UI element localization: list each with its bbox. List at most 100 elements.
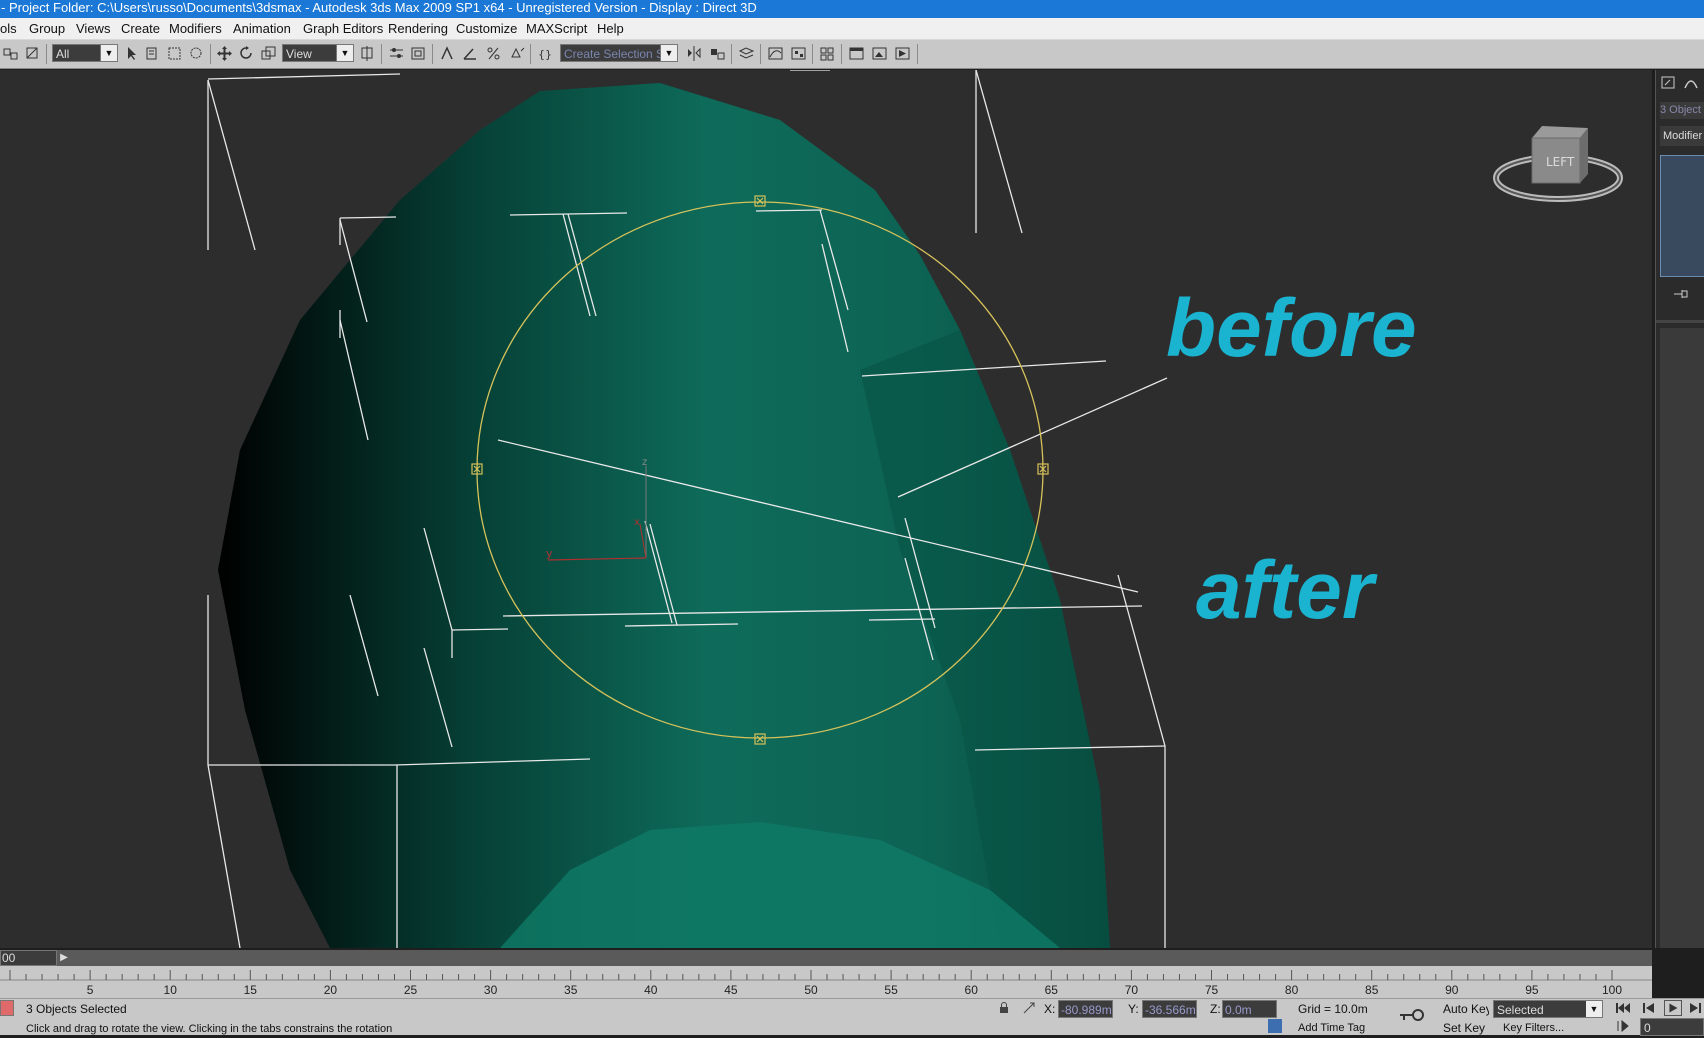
x-coord-label: X: — [1044, 1002, 1056, 1016]
unlink-icon[interactable] — [24, 45, 41, 62]
render-setup-icon[interactable] — [848, 45, 865, 62]
go-to-start-icon[interactable] — [1614, 1001, 1632, 1015]
transform-mode-icon[interactable] — [1022, 1001, 1036, 1015]
set-key-button[interactable]: Set Key — [1443, 1019, 1489, 1037]
next-frame-icon[interactable] — [1686, 1001, 1704, 1015]
select-manipulate-icon[interactable] — [388, 45, 405, 62]
track-tick-label: 45 — [724, 983, 738, 997]
named-selection-dropdown[interactable]: Create Selection Se ▼ — [560, 44, 678, 62]
menu-help[interactable]: Help — [597, 21, 624, 36]
schematic-view-icon[interactable] — [790, 45, 807, 62]
time-tag-icon[interactable] — [1268, 1019, 1282, 1033]
chevron-down-icon: ▼ — [100, 45, 117, 61]
reference-coord-dropdown[interactable]: View ▼ — [282, 44, 354, 62]
menu-tools[interactable]: ols — [0, 21, 17, 36]
snap-toggle-icon[interactable] — [439, 45, 456, 62]
track-tick-label: 55 — [884, 983, 898, 997]
track-tick-label: 100 — [1602, 983, 1622, 997]
track-tick-label: 85 — [1365, 983, 1379, 997]
object-name-field[interactable]: 3 Object — [1660, 102, 1704, 119]
track-tick-label: 80 — [1285, 983, 1299, 997]
mirror-icon[interactable] — [686, 45, 703, 62]
axis-y-label: y — [546, 547, 553, 560]
track-tick-label: 75 — [1205, 983, 1219, 997]
add-time-tag[interactable]: Add Time Tag — [1298, 1019, 1388, 1037]
selection-count: 3 Objects Selected — [26, 1002, 127, 1016]
menu-rendering[interactable]: Rendering — [388, 21, 448, 36]
auto-key-button[interactable]: Auto Key — [1443, 1000, 1489, 1018]
viewport-left[interactable]: z y x before after LEFT — [0, 70, 1652, 948]
hierarchy-tab-icon[interactable] — [1682, 74, 1700, 92]
lock-icon[interactable] — [998, 1002, 1010, 1014]
angle-snap-icon[interactable] — [462, 45, 479, 62]
pin-stack-icon[interactable] — [1672, 287, 1690, 301]
move-icon[interactable] — [216, 45, 233, 62]
key-mode-dropdown[interactable]: Selected ▼ — [1493, 1000, 1603, 1018]
viewcube[interactable]: LEFT — [1493, 126, 1623, 202]
maxscript-listener-icon[interactable] — [0, 1000, 14, 1016]
y-coord-field[interactable]: -36.566m — [1142, 1000, 1197, 1018]
y-coord-label: Y: — [1128, 1002, 1139, 1016]
track-tick-label: 90 — [1445, 983, 1459, 997]
select-link-icon[interactable] — [2, 45, 19, 62]
menu-animation[interactable]: Animation — [233, 21, 291, 36]
render-production-icon[interactable] — [894, 45, 911, 62]
viewcube-face-label: LEFT — [1546, 155, 1575, 169]
status-bar: 3 Objects Selected Click and drag to rot… — [0, 998, 1704, 1037]
rotate-icon[interactable] — [238, 45, 255, 62]
select-object-icon[interactable] — [123, 45, 140, 62]
layer-manager-icon[interactable] — [738, 45, 755, 62]
selection-region-icon[interactable] — [166, 45, 183, 62]
window-title: - Project Folder: C:\Users\russo\Documen… — [1, 0, 757, 15]
menu-graph-editors[interactable]: Graph Editors — [303, 21, 383, 36]
previous-frame-icon[interactable] — [1640, 1001, 1658, 1015]
z-coord-field[interactable]: 0.0m — [1222, 1000, 1277, 1018]
play-icon[interactable] — [1664, 1000, 1682, 1016]
menu-customize[interactable]: Customize — [456, 21, 517, 36]
modify-tab-icon[interactable] — [1660, 74, 1678, 92]
track-tick-label: 30 — [484, 983, 498, 997]
menu-create[interactable]: Create — [121, 21, 160, 36]
key-mode-toggle-icon[interactable] — [1614, 1019, 1632, 1033]
track-tick-label: 50 — [804, 983, 818, 997]
x-coord-field[interactable]: -80.989m — [1058, 1000, 1113, 1018]
window-crossing-icon[interactable] — [188, 45, 205, 62]
curve-editor-icon[interactable] — [767, 45, 784, 62]
menu-views[interactable]: Views — [76, 21, 110, 36]
chevron-down-icon: ▼ — [1586, 1001, 1602, 1017]
svg-text:{}: {} — [538, 48, 552, 61]
percent-snap-icon[interactable] — [485, 45, 502, 62]
edit-named-selection-icon[interactable]: {} — [536, 45, 553, 62]
modifier-stack[interactable] — [1660, 155, 1704, 277]
track-tick-label: 20 — [324, 983, 338, 997]
key-icon[interactable] — [1396, 1007, 1426, 1027]
current-frame-field[interactable]: 0 — [1640, 1018, 1704, 1036]
pivot-center-icon[interactable] — [359, 45, 376, 62]
chevron-down-icon: ▼ — [660, 45, 677, 61]
key-filters-button[interactable]: Key Filters... — [1503, 1019, 1593, 1037]
menu-modifiers[interactable]: Modifiers — [169, 21, 222, 36]
track-tick-label: 40 — [644, 983, 658, 997]
track-tick-label: 60 — [965, 983, 979, 997]
track-tick-label: 95 — [1525, 983, 1539, 997]
time-slider-frame[interactable]: 00 — [0, 950, 57, 966]
align-icon[interactable] — [709, 45, 726, 62]
menu-maxscript[interactable]: MAXScript — [526, 21, 587, 36]
main-toolbar: All ▼ View ▼ {} Create Selection Se ▼ — [0, 40, 1704, 69]
menu-group[interactable]: Group — [29, 21, 65, 36]
keyboard-shortcut-icon[interactable] — [410, 45, 427, 62]
viewport-canvas[interactable]: z y x before after LEFT — [0, 70, 1652, 948]
axis-x-label: x — [634, 517, 640, 528]
selection-filter-dropdown[interactable]: All ▼ — [52, 44, 118, 62]
select-by-name-icon[interactable] — [144, 45, 161, 62]
chevron-right-icon[interactable]: ▶ — [57, 950, 71, 966]
scale-icon[interactable] — [260, 45, 277, 62]
track-tick-label: 10 — [164, 983, 178, 997]
modifier-list-dropdown[interactable]: Modifier — [1660, 126, 1704, 146]
time-slider[interactable]: 00 ▶ — [0, 950, 1652, 966]
track-bar[interactable]: 5 10 15 20 25 30 35 40 45 50 55 60 65 70 75 80 85 90 95 100 — [0, 966, 1652, 998]
material-editor-icon[interactable] — [819, 45, 836, 62]
track-bar-ruler[interactable]: 5 10 15 20 25 30 35 40 45 50 55 60 65 70 75 80 85 90 95 100 — [0, 966, 1652, 998]
rendered-frame-window-icon[interactable] — [871, 45, 888, 62]
spinner-snap-icon[interactable] — [508, 45, 525, 62]
